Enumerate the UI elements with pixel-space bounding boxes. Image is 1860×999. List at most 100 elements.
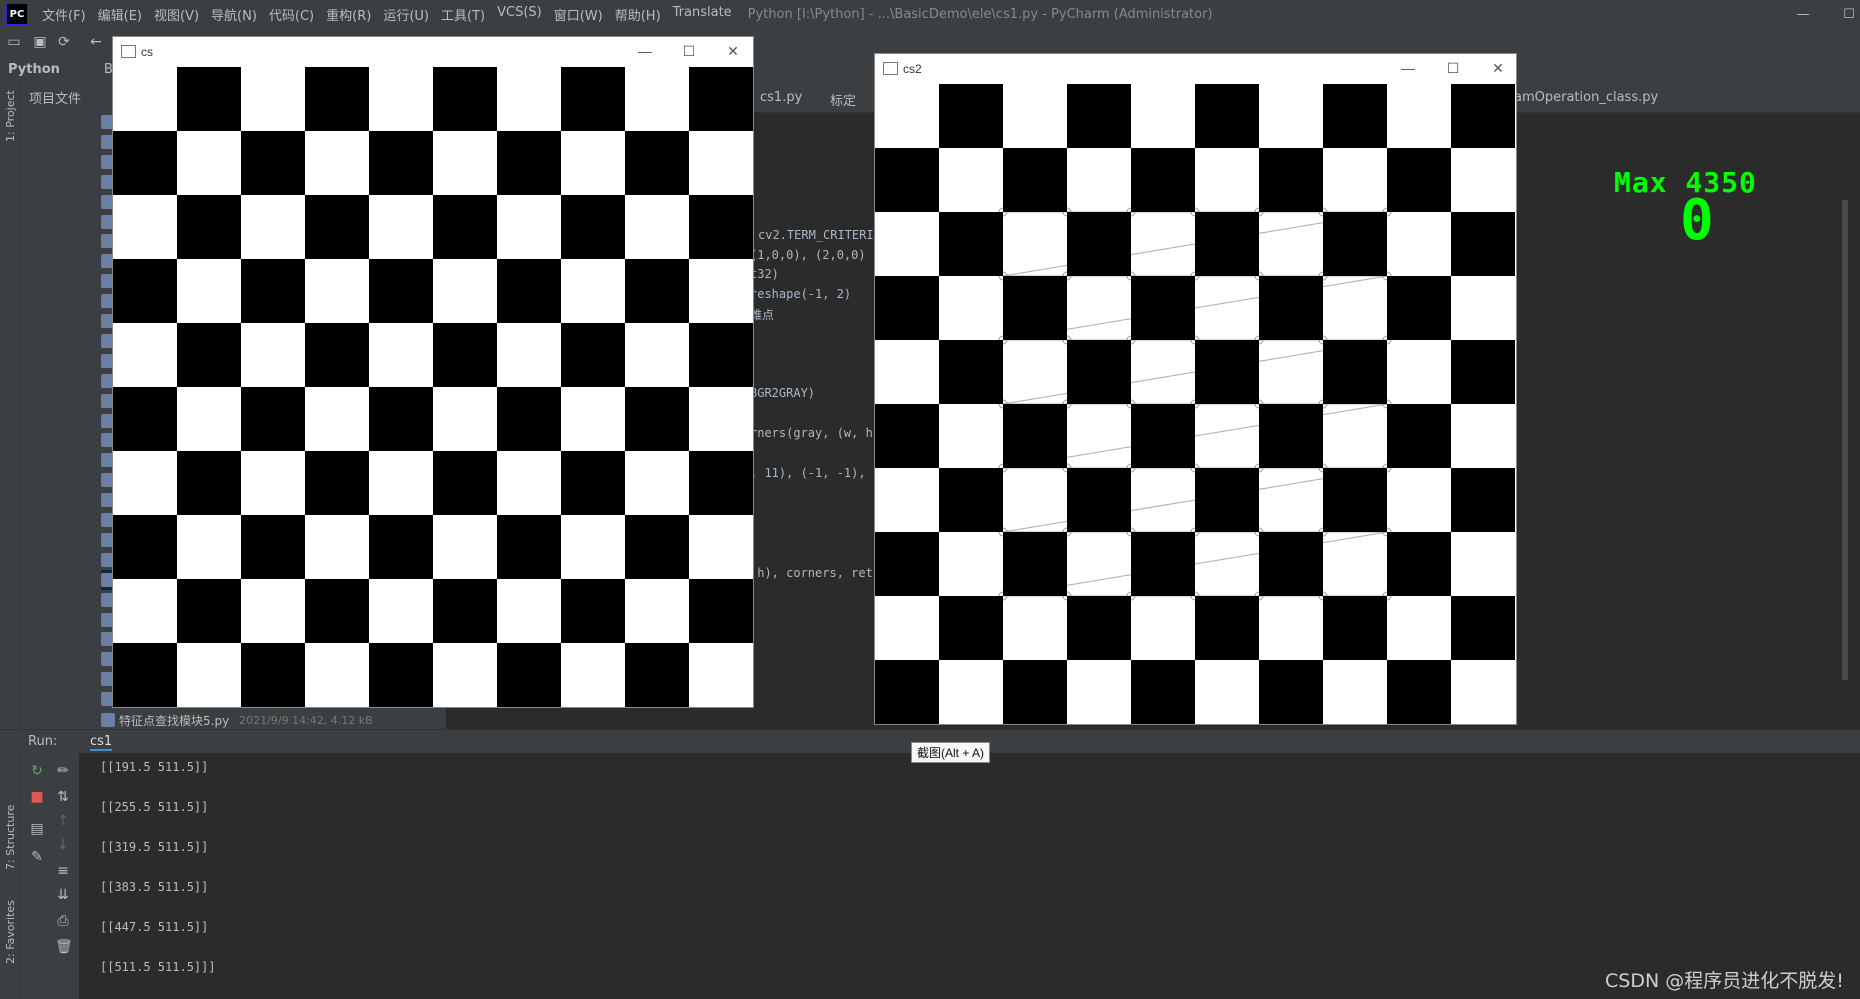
window-title: Python [I:\Python] - ...\BasicDemo\ele\c…: [747, 6, 1213, 22]
opencv-window-cs2[interactable]: cs2 — ☐ ✕: [874, 53, 1517, 725]
left-tool-strip: 1: Project: [0, 84, 21, 734]
menu-item[interactable]: Translate: [667, 5, 738, 24]
window-name: cs: [141, 45, 153, 59]
board-square: [1387, 532, 1451, 596]
board-square: [689, 451, 753, 515]
close-icon[interactable]: ✕: [1488, 58, 1508, 78]
chessboard-corners-image: [875, 84, 1516, 724]
board-square: [369, 643, 433, 707]
menu-item[interactable]: 导航(N): [205, 5, 263, 24]
minimize-icon[interactable]: —: [1398, 58, 1418, 78]
code-line: h), corners, ret): [750, 566, 881, 580]
board-square: [875, 148, 939, 212]
pin-icon[interactable]: ✎: [29, 849, 45, 865]
down-arrow-icon[interactable]: ↓: [55, 837, 71, 853]
run-label: Run:: [28, 734, 58, 749]
menu-item[interactable]: 视图(V): [148, 5, 205, 24]
board-square: [1195, 340, 1259, 404]
board-square: [939, 340, 1003, 404]
stop-icon[interactable]: ■: [29, 789, 45, 805]
menu-item[interactable]: 帮助(H): [609, 5, 667, 24]
print-icon[interactable]: ⎙: [55, 913, 71, 929]
menu-item[interactable]: VCS(S): [491, 5, 548, 24]
scroll-end-icon[interactable]: ⇊: [55, 887, 71, 903]
menu-item[interactable]: 窗口(W): [548, 5, 609, 24]
menu-item[interactable]: 文件(F): [36, 5, 92, 24]
board-square: [1003, 148, 1067, 212]
minimize-icon[interactable]: —: [1780, 0, 1826, 28]
layout-icon[interactable]: ▤: [29, 821, 45, 837]
back-icon[interactable]: ←: [88, 34, 104, 50]
console-output[interactable]: [80, 753, 1860, 999]
board-square: [433, 323, 497, 387]
structure-tool-tab[interactable]: 7: Structure: [4, 805, 17, 870]
board-square: [1259, 276, 1323, 340]
menu-item[interactable]: 代码(C): [263, 5, 320, 24]
menu-item[interactable]: 重构(R): [320, 5, 377, 24]
code-line: t32): [750, 267, 779, 281]
project-header[interactable]: 项目文件: [29, 88, 81, 107]
project-tool-tab[interactable]: 1: Project: [4, 90, 17, 142]
board-square: [625, 259, 689, 323]
maximize-icon[interactable]: ☐: [679, 41, 699, 61]
edit-config-icon[interactable]: ✏: [55, 763, 71, 779]
menu-item[interactable]: 运行(U): [377, 5, 435, 24]
board-square: [1387, 404, 1451, 468]
board-square: [305, 67, 369, 131]
board-square: [1195, 468, 1259, 532]
board-square: [1195, 212, 1259, 276]
board-square: [113, 515, 177, 579]
board-square: [241, 515, 305, 579]
board-square: [369, 515, 433, 579]
minimize-icon[interactable]: —: [635, 41, 655, 61]
sync-icon[interactable]: ⟳: [56, 34, 72, 50]
window-icon: [121, 45, 136, 58]
nav-project-name[interactable]: Python: [8, 62, 60, 77]
board-square: [433, 451, 497, 515]
favorites-tool-tab[interactable]: 2: Favorites: [4, 900, 17, 964]
open-folder-icon[interactable]: ▭: [6, 34, 22, 50]
editor-scrollbar[interactable]: [1842, 200, 1848, 680]
trash-icon[interactable]: 🗑: [55, 939, 73, 955]
rerun-icon[interactable]: ↻: [29, 763, 45, 779]
code-line: , 11), (-1, -1), c: [750, 466, 881, 480]
board-square: [1323, 340, 1387, 404]
opencv-window-cs[interactable]: cs — ☐ ✕: [112, 36, 754, 708]
sort-icon[interactable]: ⇅: [55, 789, 71, 805]
board-square: [497, 131, 561, 195]
board-square: [1003, 276, 1067, 340]
run-toolbar: ↻ ■ ▤ ✎ ✏ ⇅ ↑ ↓ ≡ ⇊ ⎙ 🗑: [21, 753, 79, 999]
window-name: cs2: [903, 62, 922, 76]
window-titlebar: cs — ☐ ✕: [113, 37, 753, 67]
menu-item[interactable]: 编辑(E): [92, 5, 148, 24]
board-square: [1259, 404, 1323, 468]
tab-cs1[interactable]: cs1.py: [760, 90, 802, 105]
board-square: [1451, 212, 1515, 276]
tab-operation-class[interactable]: amOperation_class.py: [1514, 90, 1658, 105]
board-square: [1067, 340, 1131, 404]
big-counter: 0: [1680, 188, 1714, 253]
run-tab-cs1[interactable]: cs1: [90, 734, 113, 751]
up-arrow-icon[interactable]: ↑: [55, 813, 71, 829]
board-square: [1003, 660, 1067, 724]
file-item[interactable]: 特征点查找模块5.py 2021/9/9 14:42, 4.12 kB: [101, 710, 373, 730]
maximize-icon[interactable]: ☐: [1826, 0, 1860, 28]
menu-item[interactable]: 工具(T): [435, 5, 491, 24]
board-square: [113, 131, 177, 195]
board-square: [1131, 532, 1195, 596]
board-square: [1131, 148, 1195, 212]
board-square: [1259, 148, 1323, 212]
board-square: [1067, 596, 1131, 660]
board-square: [433, 579, 497, 643]
soft-wrap-icon[interactable]: ≡: [55, 863, 71, 879]
board-square: [689, 195, 753, 259]
code-line: cv2.TERM_CRITERIA: [758, 228, 881, 242]
save-icon[interactable]: ▣: [32, 34, 48, 50]
board-square: [433, 195, 497, 259]
maximize-icon[interactable]: ☐: [1443, 58, 1463, 78]
board-square: [1387, 660, 1451, 724]
close-icon[interactable]: ✕: [723, 41, 743, 61]
board-square: [113, 259, 177, 323]
tab-calibration[interactable]: 标定: [830, 90, 856, 109]
board-square: [1259, 532, 1323, 596]
